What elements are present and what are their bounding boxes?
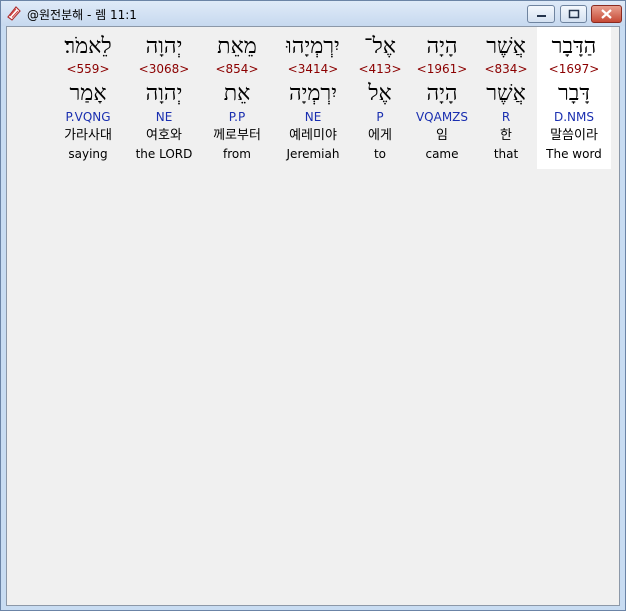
english-gloss: the LORD bbox=[135, 147, 193, 161]
word-column-6[interactable]: מֵאֵת <854> אֵת P.P 께로부터 from bbox=[202, 27, 272, 169]
korean-gloss: 가라사대 bbox=[64, 128, 112, 143]
hebrew-lemma: יִרְמְיָה bbox=[288, 81, 338, 106]
hebrew-word: אֲשֶׁר bbox=[486, 34, 526, 59]
korean-gloss: 예레미야 bbox=[289, 128, 337, 143]
app-window: @원전분해 - 렘 11:1 הַדָּבָר <1697> דָּבָר D.… bbox=[0, 0, 626, 611]
strong-number: <1961> bbox=[416, 62, 468, 76]
word-column-3[interactable]: הָיָה <1961> הָיָה VQAMZS 임 came bbox=[408, 27, 476, 169]
hebrew-lemma: הָיָה bbox=[426, 81, 458, 106]
hebrew-word: מֵאֵת bbox=[217, 34, 257, 59]
hebrew-lemma: אֶל bbox=[368, 81, 392, 106]
korean-gloss: 말씀이라 bbox=[550, 128, 598, 143]
english-gloss: that bbox=[493, 147, 519, 161]
word-column-2[interactable]: אֲשֶׁר <834> אֲשֶׁר R 한 that bbox=[477, 27, 535, 169]
strong-number: <1697> bbox=[548, 62, 600, 76]
morphology-code: R bbox=[501, 110, 511, 124]
window-title: @원전분해 - 렘 11:1 bbox=[27, 8, 137, 22]
strong-number: <854> bbox=[215, 62, 259, 76]
morphology-code: P.P bbox=[228, 110, 246, 124]
morphology-code: NE bbox=[304, 110, 322, 124]
english-gloss: The word bbox=[546, 147, 602, 161]
hebrew-word: יִרְמְיָהוּ bbox=[286, 34, 340, 59]
english-gloss: saying bbox=[68, 147, 108, 161]
morphology-code: NE bbox=[155, 110, 173, 124]
close-icon bbox=[601, 9, 612, 19]
hebrew-word: הַדָּבָר bbox=[551, 34, 597, 59]
app-icon bbox=[7, 6, 21, 21]
strong-number: <3068> bbox=[138, 62, 190, 76]
minimize-icon bbox=[537, 15, 546, 17]
strong-number: <3414> bbox=[287, 62, 339, 76]
hebrew-word: יְהוָה bbox=[145, 34, 183, 59]
maximize-button[interactable] bbox=[560, 5, 587, 23]
hebrew-word: לֵאמֹר׃ bbox=[64, 34, 112, 59]
morphology-code: D.NMS bbox=[553, 110, 594, 124]
hebrew-lemma: אָמַר bbox=[69, 81, 107, 106]
english-gloss: to bbox=[373, 147, 387, 161]
strong-number: <413> bbox=[358, 62, 402, 76]
korean-gloss: 여호와 bbox=[146, 128, 182, 143]
hebrew-lemma: אֲשֶׁר bbox=[486, 81, 526, 106]
morphology-code: P bbox=[376, 110, 384, 124]
english-gloss: Jeremiah bbox=[286, 147, 340, 161]
korean-gloss: 에게 bbox=[368, 128, 392, 143]
close-button[interactable] bbox=[591, 5, 622, 23]
english-gloss: came bbox=[425, 147, 459, 161]
interlinear-panel[interactable]: הַדָּבָר <1697> דָּבָר D.NMS 말씀이라 The wo… bbox=[6, 26, 620, 606]
word-column-5[interactable]: יִרְמְיָהוּ <3414> יִרְמְיָה NE 예레미야 Jer… bbox=[273, 27, 353, 169]
korean-gloss: 임 bbox=[436, 128, 448, 143]
morphology-code: P.VQNG bbox=[65, 110, 111, 124]
hebrew-word: הָיָה bbox=[426, 34, 458, 59]
word-column-1[interactable]: הַדָּבָר <1697> דָּבָר D.NMS 말씀이라 The wo… bbox=[537, 27, 611, 169]
word-column-7[interactable]: יְהוָה <3068> יְהוָה NE 여호와 the LORD bbox=[126, 27, 202, 169]
word-column-8[interactable]: לֵאמֹר׃ <559> אָמַר P.VQNG 가라사대 saying bbox=[51, 27, 125, 169]
word-column-4[interactable]: אֶל־ <413> אֶל P 에게 to bbox=[352, 27, 408, 169]
hebrew-lemma: דָּבָר bbox=[558, 81, 590, 106]
strong-number: <834> bbox=[484, 62, 528, 76]
title-bar[interactable]: @원전분해 - 렘 11:1 bbox=[1, 1, 625, 26]
maximize-icon bbox=[568, 9, 580, 19]
strong-number: <559> bbox=[66, 62, 110, 76]
hebrew-lemma: אֵת bbox=[223, 81, 251, 106]
morphology-code: VQAMZS bbox=[415, 110, 469, 124]
korean-gloss: 께로부터 bbox=[213, 128, 261, 143]
korean-gloss: 한 bbox=[500, 128, 512, 143]
hebrew-word: אֶל־ bbox=[364, 34, 396, 59]
hebrew-lemma: יְהוָה bbox=[145, 81, 183, 106]
minimize-button[interactable] bbox=[527, 5, 555, 23]
english-gloss: from bbox=[223, 147, 251, 161]
